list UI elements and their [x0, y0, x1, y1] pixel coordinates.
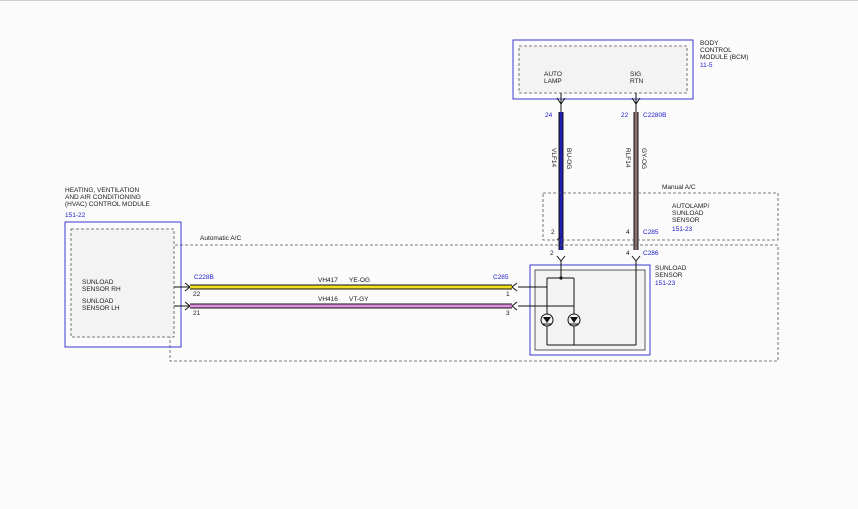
bcm-pin-auto-lamp-1: AUTO [544, 71, 562, 78]
autolamp-pin-2: 2 [551, 229, 555, 236]
sunload-title-2: SENSOR [655, 272, 683, 279]
wire-brown-color: GY-OG [640, 148, 647, 169]
wire-yellow-circuit: VH417 [318, 277, 338, 284]
hvac-title-1: HEATING, VENTILATION [65, 187, 139, 194]
sunload-sensor-inner [534, 269, 646, 351]
automatic-ac-box [169, 244, 779, 362]
wire-violet-circuit: VH416 [318, 296, 338, 303]
sensor-pin-3: 3 [506, 310, 510, 317]
sunload-junction-dot [559, 276, 563, 280]
hvac-connector[interactable]: C228B [194, 274, 214, 281]
manual-ac-box [542, 192, 779, 241]
automatic-ac-label: Automatic A/C [200, 235, 241, 242]
hvac-ref[interactable]: 151-22 [65, 212, 86, 219]
hvac-sensor-lh-2: SENSOR LH [82, 305, 120, 312]
hvac-pin-21: 21 [193, 310, 201, 317]
hvac-sensor-rh-1: SUNLOAD [82, 279, 114, 286]
autolamp-title-1: AUTOLAMP/ [672, 203, 710, 210]
bcm-title-3: MODULE (BCM) [700, 54, 748, 61]
wire-yellow-color: YE-OG [349, 277, 370, 284]
bcm-ref[interactable]: 11-5 [700, 62, 713, 69]
sunload-pin-4: 4 [626, 250, 630, 257]
bcm-pin-sig-rtn-1: SIG [630, 71, 641, 78]
sensor-pin1-arrow-icon [511, 282, 518, 292]
sunload-pin-2: 2 [550, 250, 554, 257]
sensor-pin-1: 1 [506, 291, 510, 298]
hvac-title-3: (HVAC) CONTROL MODULE [65, 201, 151, 208]
sunload-title-1: SUNLOAD [655, 265, 687, 272]
sensor-side-connector[interactable]: C285 [493, 274, 509, 281]
hvac-sensor-lh-1: SUNLOAD [82, 298, 114, 305]
autolamp-connector[interactable]: C285 [643, 229, 659, 236]
wire-brown-circuit: RLF14 [624, 148, 631, 168]
wire-blue-circuit: VLF14 [550, 148, 557, 168]
autolamp-pin-4: 4 [626, 229, 630, 236]
bcm-pin-auto-lamp-2: LAMP [544, 78, 562, 85]
wire-violet-color: VT-GY [349, 296, 369, 303]
sunload-pin2-arrow-icon [556, 255, 566, 262]
bcm-title-2: CONTROL [700, 47, 732, 54]
hvac-title-2: AND AIR CONDITIONING [65, 194, 141, 201]
autolamp-title-2: SUNLOAD [672, 210, 704, 217]
bcm-connector[interactable]: C2280B [643, 112, 667, 119]
bcm-title-1: BODY [700, 40, 719, 47]
wire-blue-color: BU-OG [565, 148, 572, 169]
sunload-pin4-arrow-icon [631, 255, 641, 262]
sunload-ref[interactable]: 151-23 [655, 280, 676, 287]
wiring-diagram: BODY CONTROL MODULE (BCM) 11-5 AUTO LAMP… [64, 39, 779, 362]
bcm-pin-sig-rtn-2: RTN [630, 78, 644, 85]
hvac-sensor-rh-2: SENSOR RH [82, 286, 121, 293]
sunload-connector[interactable]: C286 [643, 250, 659, 257]
sensor-pin3-arrow-icon [511, 301, 518, 311]
autolamp-ref[interactable]: 151-23 [672, 226, 693, 233]
manual-ac-label: Manual A/C [662, 184, 696, 191]
autolamp-title-3: SENSOR [672, 217, 700, 224]
bcm-pin-22: 22 [621, 112, 629, 119]
bcm-pin-24: 24 [545, 112, 553, 119]
bcm-inner-box [518, 45, 688, 94]
hvac-pin-22: 22 [193, 291, 201, 298]
